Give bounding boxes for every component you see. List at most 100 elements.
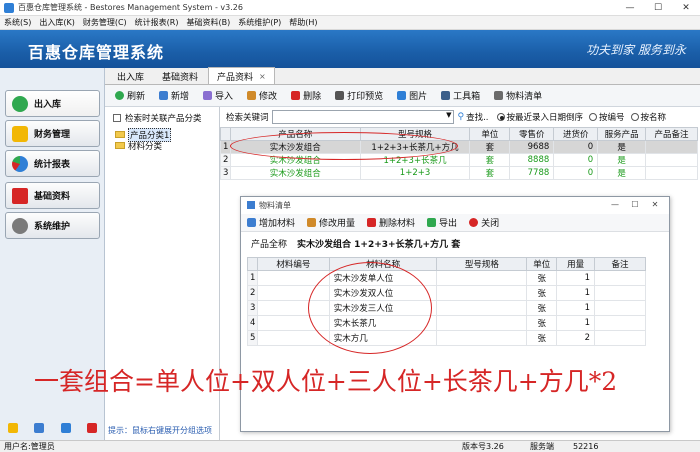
cell-note bbox=[594, 330, 646, 346]
table-row[interactable]: 3 实木沙发组合 1+2+3 套 7788 0 是 bbox=[220, 166, 698, 180]
cell-cost: 0 bbox=[553, 140, 599, 154]
toolbox-button[interactable]: 工具箱 bbox=[441, 89, 480, 102]
column-header[interactable]: 型号规格 bbox=[436, 257, 528, 271]
cell-unit: 套 bbox=[469, 140, 511, 154]
nav-maintenance-button[interactable]: 系统维护 bbox=[5, 212, 100, 239]
edit-button[interactable]: 修改 bbox=[247, 89, 277, 102]
menu-help[interactable]: 帮助(H) bbox=[289, 17, 317, 28]
table-header: 材料编号 材料名称 型号规格 单位 用量 备注 bbox=[247, 257, 646, 271]
search-input[interactable]: ▼ bbox=[271, 110, 454, 124]
pie-chart-icon bbox=[12, 155, 28, 172]
row-index: 1 bbox=[247, 270, 258, 286]
menu-maintenance[interactable]: 系统维护(P) bbox=[238, 17, 281, 28]
tab-label: 产品资料 bbox=[217, 72, 254, 83]
brand-slogan: 功夫到家 服务到永 bbox=[586, 43, 686, 57]
cell-retail: 8888 bbox=[509, 153, 555, 167]
checkbox[interactable] bbox=[113, 114, 121, 122]
edit-quantity-button[interactable]: 修改用量 bbox=[307, 216, 355, 229]
row-index: 2 bbox=[247, 285, 258, 301]
help-icon[interactable] bbox=[8, 423, 19, 433]
nav-stock-button[interactable]: 出入库 bbox=[5, 90, 100, 117]
delete-material-button[interactable]: 删除材料 bbox=[367, 216, 415, 229]
bom-button[interactable]: 物料清单 bbox=[494, 89, 542, 102]
annotation-text: 一套组合=单人位+双人位+三人位+长茶几+方几*2 bbox=[34, 367, 618, 396]
export-button[interactable]: 导出 bbox=[427, 216, 457, 229]
row-index: 1 bbox=[220, 140, 231, 154]
import-button[interactable]: 导入 bbox=[203, 89, 233, 102]
button-label: 打印预览 bbox=[347, 92, 384, 102]
info-icon[interactable] bbox=[34, 423, 45, 433]
tree-item-material-category[interactable]: 材料分类 bbox=[115, 140, 171, 152]
menu-basic-data[interactable]: 基础资料(B) bbox=[186, 17, 230, 28]
sort-by-code-radio[interactable]: 按编号 bbox=[589, 111, 625, 123]
column-header[interactable]: 单位 bbox=[526, 257, 558, 271]
column-header[interactable]: 产品备注 bbox=[645, 127, 698, 141]
sort-by-date-radio[interactable]: 按最近录入日期倒序 bbox=[496, 111, 583, 123]
column-header[interactable]: 用量 bbox=[556, 257, 596, 271]
delete-icon bbox=[367, 218, 377, 227]
add-button[interactable]: 新增 bbox=[159, 89, 189, 102]
tree-item-product-category[interactable]: 产品分类1 bbox=[115, 127, 172, 142]
refresh-button[interactable]: 刷新 bbox=[115, 89, 145, 102]
column-header[interactable]: 单位 bbox=[469, 127, 511, 141]
image-button[interactable]: 图片 bbox=[397, 89, 427, 102]
nav-finance-button[interactable]: 财务管理 bbox=[5, 120, 100, 147]
menu-finance[interactable]: 财务管理(C) bbox=[83, 17, 127, 28]
cell-unit: 张 bbox=[526, 285, 558, 301]
radio-label: 按名称 bbox=[640, 113, 667, 123]
dialog-close-button[interactable]: ✕ bbox=[645, 197, 665, 213]
tab-label: 出入库 bbox=[117, 73, 145, 83]
table-row[interactable]: 5 实木方几 张 2 bbox=[247, 330, 646, 346]
column-header[interactable]: 材料编号 bbox=[256, 257, 330, 271]
column-header[interactable]: 零售价 bbox=[509, 127, 555, 141]
minimize-button[interactable]: — bbox=[616, 0, 644, 16]
find-button[interactable]: ⚲ 查找.. bbox=[458, 111, 489, 123]
cell-retail: 7788 bbox=[509, 166, 555, 180]
close-button[interactable]: ✕ bbox=[672, 0, 700, 16]
calculator-icon[interactable] bbox=[60, 423, 71, 433]
chevron-down-icon[interactable]: ▼ bbox=[446, 111, 451, 119]
radio-dot bbox=[589, 113, 598, 121]
status-bar: 用户名:管理员 版本号3.26 服务端 52216 bbox=[0, 440, 700, 452]
link-category-checkbox[interactable]: 检索时关联产品分类 bbox=[113, 112, 202, 124]
menu-reports[interactable]: 统计报表(R) bbox=[135, 17, 179, 28]
sort-by-name-radio[interactable]: 按名称 bbox=[630, 111, 667, 123]
check-icon bbox=[12, 95, 28, 112]
dialog-minimize-button[interactable]: — bbox=[605, 197, 625, 213]
cell-unit: 套 bbox=[469, 166, 511, 180]
tab-stock[interactable]: 出入库 bbox=[109, 69, 152, 84]
menu-bar: 系统(S) 出入库(K) 财务管理(C) 统计报表(R) 基础资料(B) 系统维… bbox=[0, 16, 700, 30]
hint-text: 提示：鼠标右键展开分组选项 bbox=[108, 426, 212, 435]
nav-basic-data-button[interactable]: 基础资料 bbox=[5, 182, 100, 209]
button-label: 导入 bbox=[215, 92, 234, 102]
exit-icon[interactable] bbox=[86, 423, 97, 433]
close-icon[interactable]: × bbox=[259, 72, 266, 81]
tab-label: 基础资料 bbox=[162, 73, 199, 83]
column-header[interactable]: 进货价 bbox=[553, 127, 599, 141]
image-icon bbox=[397, 91, 407, 100]
dialog-toolbar: 增加材料 修改用量 删除材料 导出 关闭 bbox=[241, 214, 669, 232]
title-bar: 百惠仓库管理系统 - Bestores Management System - … bbox=[0, 0, 700, 16]
row-index: 4 bbox=[247, 315, 258, 331]
print-preview-button[interactable]: 打印预览 bbox=[335, 89, 383, 102]
column-header bbox=[247, 257, 258, 271]
menu-stock[interactable]: 出入库(K) bbox=[39, 17, 75, 28]
cell-name: 实木沙发组合 bbox=[229, 166, 361, 180]
table-row[interactable]: 4 实木长茶几 张 1 bbox=[247, 315, 646, 331]
menu-system[interactable]: 系统(S) bbox=[4, 17, 31, 28]
tab-basic-data[interactable]: 基础资料 bbox=[154, 69, 206, 84]
column-header[interactable]: 备注 bbox=[594, 257, 646, 271]
table-row[interactable]: 2 实木沙发双人位 张 1 bbox=[247, 285, 646, 301]
dialog-close-action-button[interactable]: 关闭 bbox=[469, 216, 499, 229]
column-header[interactable]: 服务产品 bbox=[597, 127, 647, 141]
tab-product-data[interactable]: 产品资料 × bbox=[208, 67, 275, 84]
maximize-button[interactable]: ☐ bbox=[644, 0, 672, 16]
delete-button[interactable]: 删除 bbox=[291, 89, 321, 102]
add-material-button[interactable]: 增加材料 bbox=[247, 216, 295, 229]
table-row[interactable]: 1 实木沙发单人位 张 1 bbox=[247, 270, 646, 286]
nav-reports-button[interactable]: 统计报表 bbox=[5, 150, 100, 177]
refresh-icon bbox=[115, 91, 124, 100]
cell-cost: 0 bbox=[553, 153, 599, 167]
dialog-maximize-button[interactable]: ☐ bbox=[625, 197, 645, 213]
status-version: 版本号3.26 bbox=[462, 442, 504, 451]
